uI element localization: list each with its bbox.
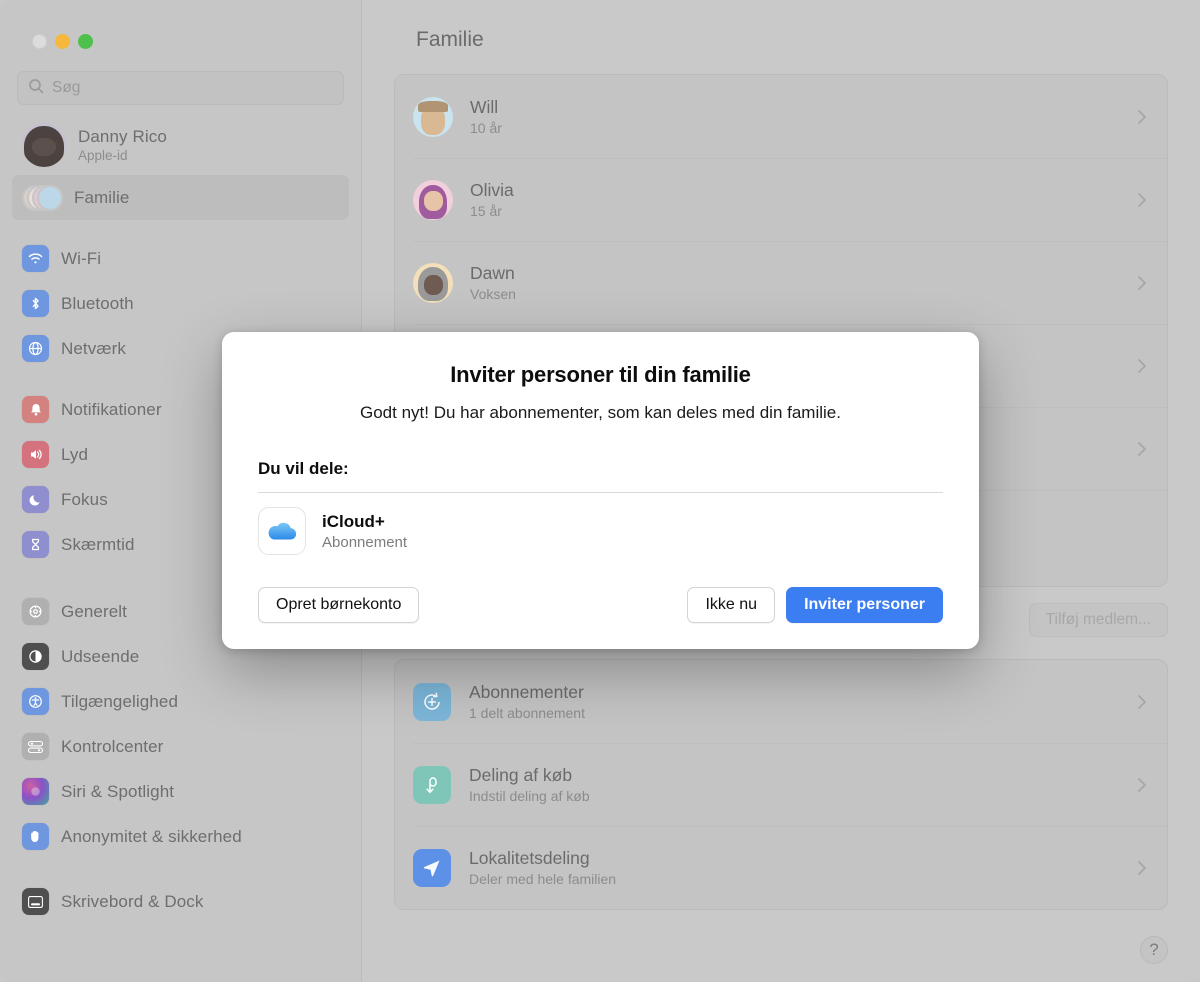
not-now-button[interactable]: Ikke nu: [687, 587, 776, 623]
divider: [258, 492, 943, 493]
subscription-type: Abonnement: [322, 533, 408, 551]
modal-overlay: Inviter personer til din familie Godt ny…: [0, 0, 1200, 982]
invite-people-button[interactable]: Inviter personer: [786, 587, 943, 623]
shared-subscription-item: iCloud+ Abonnement: [258, 507, 943, 555]
icloud-icon: [258, 507, 306, 555]
dialog-subtitle: Godt nyt! Du har abonnementer, som kan d…: [360, 403, 841, 422]
dialog-buttons: Opret børnekonto Ikke nu Inviter persone…: [258, 587, 943, 623]
invite-family-dialog: Inviter personer til din familie Godt ny…: [222, 332, 979, 649]
subscription-name: iCloud+: [322, 511, 385, 531]
dialog-title: Inviter personer til din familie: [450, 362, 751, 387]
create-child-account-button[interactable]: Opret børnekonto: [258, 587, 420, 623]
share-section-label: Du vil dele:: [258, 459, 349, 478]
